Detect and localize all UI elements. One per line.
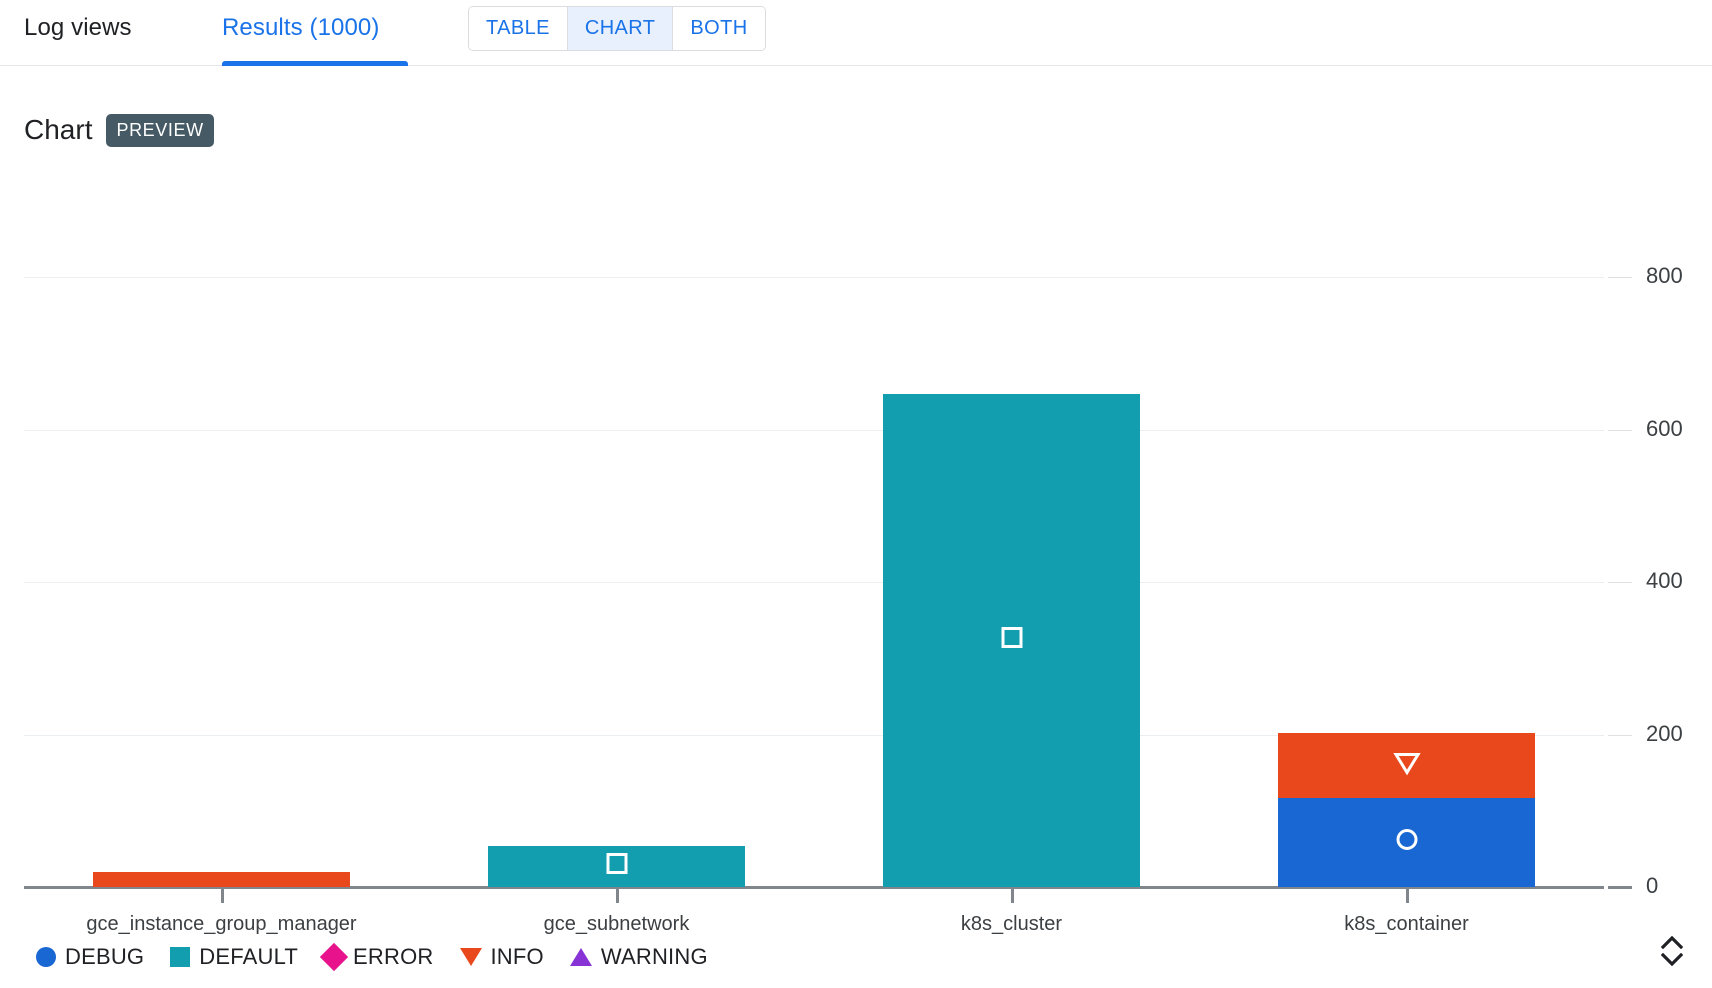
x-axis-tick <box>1405 889 1409 903</box>
chart-bar-segment[interactable] <box>488 845 745 887</box>
x-axis-label: gce_subnetwork <box>543 913 690 935</box>
y-axis-tick <box>1608 886 1632 889</box>
chart-bar-segment[interactable] <box>883 393 1140 887</box>
legend-label: ERROR <box>353 944 434 969</box>
chart-bar-segment[interactable] <box>1278 797 1535 887</box>
chart-header: Chart PREVIEW <box>24 112 214 148</box>
x-axis-label: gce_instance_group_manager <box>86 913 357 935</box>
y-axis-label: 600 <box>1646 415 1683 441</box>
legend-item-info[interactable]: INFO <box>459 944 544 970</box>
chart-gridline <box>24 429 1604 431</box>
x-axis-tick <box>1010 889 1014 903</box>
chart-plot-area: 0 200 400 600 800 gce_instance_group_manager g… <box>24 190 1683 935</box>
legend-item-debug[interactable]: DEBUG <box>36 944 144 970</box>
chart-gridline <box>24 582 1604 583</box>
view-mode-chart-button[interactable]: CHART <box>567 7 674 50</box>
chart-resize-handle[interactable] <box>1654 928 1690 974</box>
view-mode-both-button[interactable]: BOTH <box>673 7 765 50</box>
legend-label: WARNING <box>600 944 708 969</box>
chevron-down-icon <box>1661 953 1683 966</box>
legend-swatch-triangle-down-icon <box>459 948 482 966</box>
legend-swatch-square-icon <box>170 947 191 967</box>
legend-item-error[interactable]: ERROR <box>319 942 434 972</box>
preview-badge: PREVIEW <box>106 113 214 147</box>
y-axis-label: 800 <box>1646 263 1683 288</box>
chevron-up-icon <box>1661 936 1683 949</box>
x-axis-label: k8s_cluster <box>960 913 1063 935</box>
y-axis-tick <box>1608 277 1632 278</box>
view-mode-toggle-group[interactable]: TABLE CHART BOTH <box>468 6 766 51</box>
legend-label: INFO <box>490 944 544 969</box>
tab-results-active-indicator <box>222 61 408 66</box>
chart-bar-segment[interactable] <box>93 871 350 887</box>
y-axis-tick <box>1608 582 1632 583</box>
legend-label: DEFAULT <box>199 944 299 969</box>
page-title: Chart <box>24 114 93 145</box>
legend-swatch-triangle-up-icon <box>569 948 592 966</box>
legend-swatch-diamond-icon <box>319 942 349 972</box>
log-views-title: Log views <box>24 14 132 41</box>
y-axis-label: 400 <box>1646 568 1683 593</box>
chart-bar-segment[interactable] <box>1278 732 1535 798</box>
legend-item-warning[interactable]: WARNING <box>569 944 708 970</box>
y-axis-label: 200 <box>1646 720 1683 746</box>
legend-label: DEBUG <box>65 944 145 969</box>
view-mode-table-button[interactable]: TABLE <box>469 7 568 50</box>
y-axis-tick <box>1608 734 1632 736</box>
top-tab-strip: Log views Results (1000) TABLE CHART BOTH <box>0 0 1712 66</box>
x-axis-tick <box>220 889 224 903</box>
y-axis-tick <box>1608 429 1632 431</box>
tab-results[interactable]: Results (1000) <box>222 12 379 44</box>
legend-swatch-circle-icon <box>36 947 56 967</box>
legend-item-default[interactable]: DEFAULT <box>170 944 298 970</box>
chart-legend: DEBUG DEFAULT ERROR INFO WARNING <box>36 942 708 972</box>
x-axis-tick <box>615 889 619 903</box>
x-axis-label: k8s_container <box>1344 913 1469 935</box>
chart-gridline <box>24 277 1604 278</box>
y-axis-label: 0 <box>1646 873 1659 898</box>
chart-canvas: 0 200 400 600 800 gce_instance_group_manager g… <box>0 190 1712 988</box>
